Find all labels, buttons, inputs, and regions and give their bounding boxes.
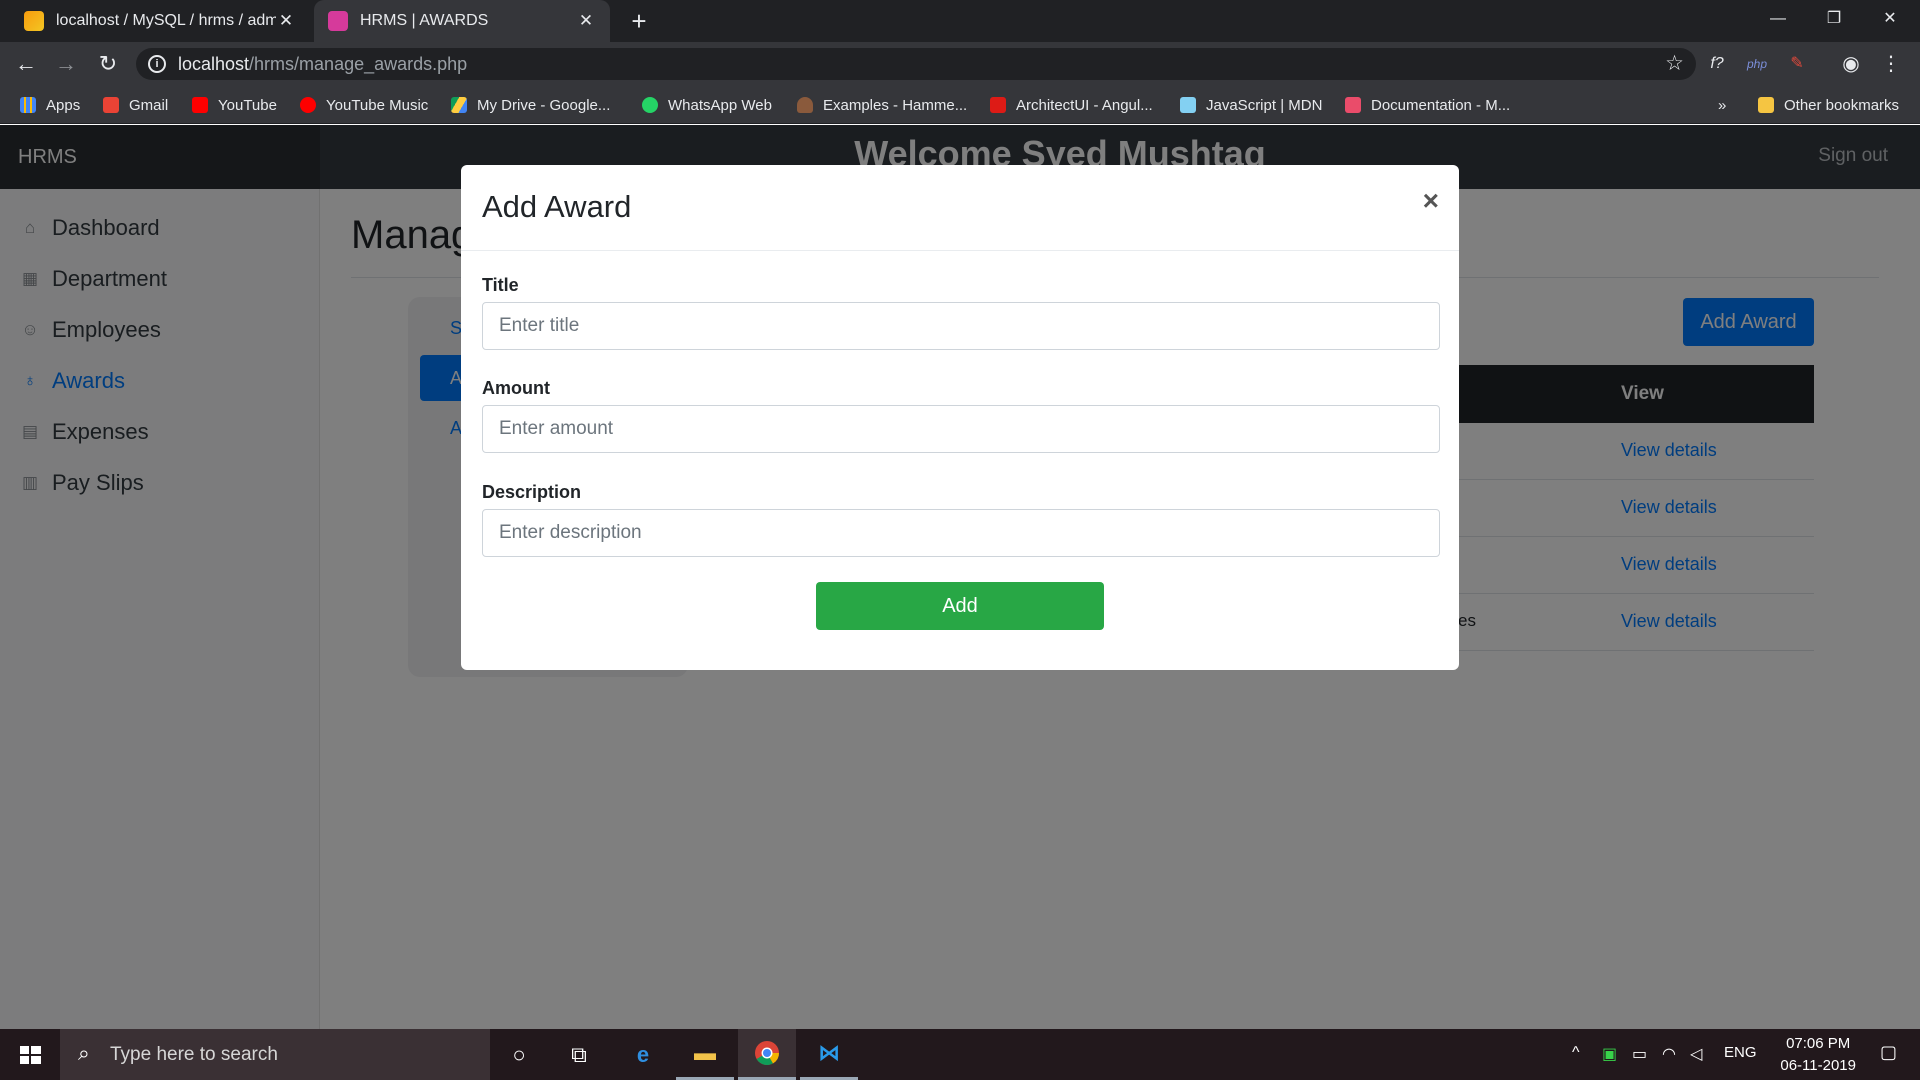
minimize-icon[interactable]: — <box>1750 0 1806 38</box>
menu-kebab-icon[interactable]: ⋮ <box>1878 52 1904 76</box>
amount-label: Amount <box>482 378 550 398</box>
bookmark-mdn[interactable]: JavaScript | MDN <box>1180 94 1322 116</box>
battery-icon[interactable]: ▭ <box>1632 1044 1647 1064</box>
bookmark-youtube[interactable]: YouTube <box>192 94 277 116</box>
search-icon: ⌕ <box>78 1042 90 1065</box>
bookmark-label: Apps <box>46 96 81 114</box>
title-input[interactable] <box>482 302 1440 350</box>
search-placeholder: Type here to search <box>110 1044 278 1065</box>
php-extension-icon[interactable]: php <box>1744 52 1770 76</box>
bookmark-label: Examples - Hamme... <box>823 96 968 114</box>
google-drive-icon <box>451 97 467 113</box>
whatsapp-icon <box>642 97 658 113</box>
extension-icon[interactable]: ✎ <box>1784 52 1810 76</box>
add-award-modal: Add Award × Title Amount Description Add <box>461 165 1459 670</box>
description-label: Description <box>482 482 582 502</box>
bookmark-examples[interactable]: Examples - Hamme... <box>797 94 967 116</box>
bookmark-label: YouTube Music <box>326 96 429 114</box>
cortana-icon[interactable]: ○ <box>490 1029 548 1080</box>
bookmark-label: YouTube <box>218 96 277 114</box>
modal-header: Add Award × <box>461 165 1459 251</box>
tab-title: HRMS | AWARDS <box>360 12 489 29</box>
youtube-music-icon <box>300 97 316 113</box>
vscode-icon[interactable]: ⋈ <box>800 1029 858 1080</box>
bookmark-label: ArchitectUI - Angul... <box>1016 96 1153 114</box>
window-close-icon[interactable]: ✕ <box>1862 0 1918 38</box>
bookmark-youtube-music[interactable]: YouTube Music <box>300 94 428 116</box>
clock-time: 07:06 PM <box>1786 1035 1851 1052</box>
folder-icon <box>1758 97 1774 113</box>
bookmarks-overflow[interactable]: » <box>1718 94 1726 116</box>
modal-title: Add Award <box>482 189 632 224</box>
windows-logo-icon <box>20 1046 41 1064</box>
language-indicator[interactable]: ENG <box>1724 1044 1757 1061</box>
tab-phpmyadmin[interactable]: localhost / MySQL / hrms / admi ✕ <box>10 0 310 42</box>
other-bookmarks[interactable]: Other bookmarks <box>1758 94 1899 116</box>
bookmark-label: My Drive - Google... <box>477 96 611 114</box>
bookmark-documentation[interactable]: Documentation - M... <box>1345 94 1510 116</box>
windows-start-button[interactable] <box>0 1029 60 1080</box>
url-text: localhost/hrms/manage_awards.php <box>178 54 468 74</box>
show-hidden-icons[interactable]: ^ <box>1572 1044 1580 1062</box>
browser-toolbar: ← → ↻ i localhost/hrms/manage_awards.php… <box>0 42 1920 86</box>
mdn-icon <box>1180 97 1196 113</box>
bookmark-label: WhatsApp Web <box>668 96 772 114</box>
chrome-logo <box>755 1041 779 1066</box>
bookmark-apps[interactable]: Apps <box>20 94 80 116</box>
add-submit-button[interactable]: Add <box>816 582 1104 630</box>
bookmark-whatsapp[interactable]: WhatsApp Web <box>642 94 772 116</box>
profile-avatar-icon[interactable]: ◉ <box>1838 52 1864 76</box>
volume-icon[interactable]: ◁ <box>1690 1044 1702 1064</box>
browser-tab-strip: localhost / MySQL / hrms / admi ✕ HRMS |… <box>0 0 1920 42</box>
tab-hrms-awards[interactable]: HRMS | AWARDS ✕ <box>314 0 610 42</box>
phpmyadmin-icon <box>24 11 44 31</box>
bookmark-label: Documentation - M... <box>1371 96 1511 114</box>
bookmark-my-drive[interactable]: My Drive - Google... <box>451 94 610 116</box>
windows-taskbar: ⌕ Type here to search ○ ⧉ e ▬ ⋈ ^ ▣ ▭ ◠ … <box>0 1029 1920 1080</box>
taskbar-search-box[interactable]: ⌕ Type here to search <box>60 1029 490 1080</box>
page-viewport: HRMS Welcome Syed Mushtaq Sign out ⌂ Das… <box>0 125 1920 1029</box>
new-tab-icon[interactable]: + <box>624 6 654 36</box>
address-bar[interactable]: i localhost/hrms/manage_awards.php ☆ <box>136 48 1696 80</box>
restore-icon[interactable]: ❐ <box>1806 0 1862 38</box>
edge-icon[interactable]: e <box>614 1029 672 1080</box>
description-input[interactable] <box>482 509 1440 557</box>
bookmark-label: Gmail <box>129 96 169 114</box>
amount-input[interactable] <box>482 405 1440 453</box>
info-icon[interactable]: i <box>148 55 166 73</box>
youtube-icon <box>192 97 208 113</box>
close-icon[interactable]: × <box>1423 185 1439 217</box>
close-tab-icon[interactable]: ✕ <box>576 11 596 31</box>
apps-grid-icon <box>20 97 36 113</box>
bookmark-gmail[interactable]: Gmail <box>103 94 168 116</box>
chrome-icon[interactable] <box>738 1029 796 1080</box>
wifi-icon[interactable]: ◠ <box>1662 1044 1676 1064</box>
bookmark-star-icon[interactable]: ☆ <box>1665 51 1684 76</box>
bookmark-label: JavaScript | MDN <box>1206 96 1323 114</box>
overflow-chevron-icon: » <box>1718 96 1727 114</box>
close-tab-icon[interactable]: ✕ <box>276 11 296 31</box>
back-icon[interactable]: ← <box>10 48 42 80</box>
reload-icon[interactable]: ↻ <box>92 48 124 80</box>
tab-title: localhost / MySQL / hrms / admi <box>56 12 276 29</box>
forward-icon[interactable]: → <box>50 48 82 80</box>
bookmark-architectui[interactable]: ArchitectUI - Angul... <box>990 94 1153 116</box>
gmail-icon <box>103 97 119 113</box>
taskbar-clock[interactable]: 07:06 PM 06-11-2019 <box>1780 1033 1856 1077</box>
bookmarks-bar: Apps Gmail YouTube YouTube Music My Driv… <box>0 86 1920 124</box>
clock-date: 06-11-2019 <box>1780 1057 1856 1074</box>
app-icon <box>328 11 348 31</box>
angular-icon <box>990 97 1006 113</box>
documentation-icon <box>1345 97 1361 113</box>
function-extension-icon[interactable]: f? <box>1704 52 1730 76</box>
notification-center-icon[interactable]: ▢ <box>1880 1042 1906 1066</box>
task-view-icon[interactable]: ⧉ <box>550 1029 608 1080</box>
bookmark-label: Other bookmarks <box>1784 96 1900 114</box>
tray-app-icon[interactable]: ▣ <box>1602 1044 1617 1064</box>
person-icon <box>797 97 813 113</box>
file-explorer-icon[interactable]: ▬ <box>676 1029 734 1080</box>
title-label: Title <box>482 275 519 295</box>
